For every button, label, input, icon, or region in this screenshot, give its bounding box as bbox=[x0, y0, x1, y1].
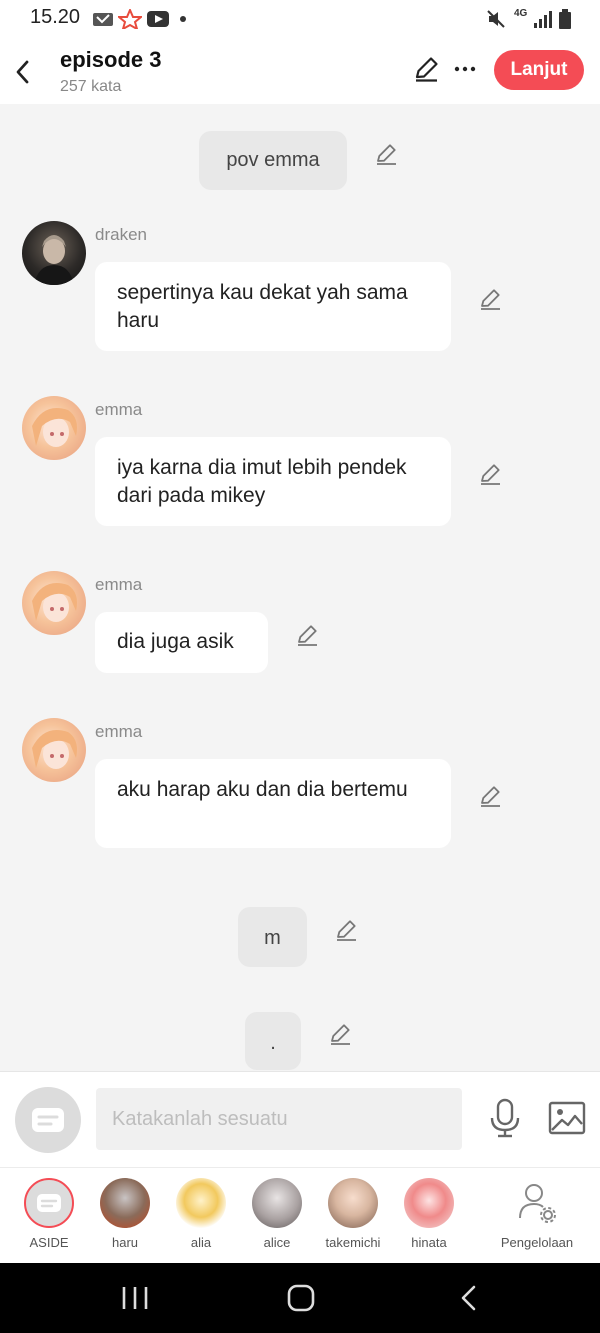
emma-portrait bbox=[32, 583, 77, 622]
pencil-icon[interactable] bbox=[334, 917, 360, 943]
pencil-icon bbox=[415, 57, 438, 82]
next-button[interactable]: Lanjut bbox=[494, 50, 584, 90]
pencil-icon[interactable] bbox=[478, 286, 504, 312]
episode-header: episode 3 257 kata Lanjut bbox=[0, 42, 600, 104]
image-icon bbox=[548, 1101, 586, 1135]
emma-portrait bbox=[32, 408, 77, 447]
avatar-emma[interactable] bbox=[22, 571, 86, 635]
signal-icon bbox=[534, 11, 552, 28]
battery-icon bbox=[559, 9, 571, 29]
message-bubble[interactable]: sepertinya kau dekat yah sama haru bbox=[95, 262, 451, 351]
message-input-bar bbox=[0, 1071, 600, 1168]
draken-portrait bbox=[34, 235, 74, 285]
avatar-emma[interactable] bbox=[22, 396, 86, 460]
character-aside[interactable]: ASIDE bbox=[16, 1178, 82, 1250]
message-bubble[interactable]: iya karna dia imut lebih pendek dari pad… bbox=[95, 437, 451, 526]
edit-episode-button[interactable] bbox=[412, 55, 440, 83]
character-bar: ASIDE haru alia alice takemichi hinata P… bbox=[0, 1167, 600, 1264]
system-nav-bar bbox=[0, 1263, 600, 1333]
status-time: 15.20 bbox=[30, 6, 81, 28]
chat-icon bbox=[37, 1194, 61, 1212]
pencil-icon[interactable] bbox=[374, 141, 400, 167]
character-hinata[interactable]: hinata bbox=[396, 1178, 462, 1250]
voice-button[interactable] bbox=[488, 1098, 522, 1138]
sender-name: emma bbox=[95, 722, 143, 741]
network-type: 4G bbox=[514, 8, 528, 19]
takemichi-avatar bbox=[328, 1178, 378, 1228]
back-icon bbox=[16, 60, 29, 84]
sender-name: emma bbox=[95, 575, 143, 594]
character-label: Pengelolaan bbox=[500, 1235, 574, 1250]
pencil-icon[interactable] bbox=[478, 783, 504, 809]
mic-icon bbox=[490, 1098, 520, 1138]
character-label: ASIDE bbox=[29, 1235, 69, 1250]
character-management[interactable]: Pengelolaan bbox=[496, 1178, 578, 1250]
emma-portrait bbox=[32, 730, 77, 769]
dot-icon bbox=[180, 16, 186, 22]
character-label: alia bbox=[190, 1235, 212, 1250]
image-button[interactable] bbox=[548, 1100, 586, 1136]
home-icon[interactable] bbox=[286, 1283, 316, 1313]
sender-name: emma bbox=[95, 400, 143, 419]
notification-icon bbox=[93, 13, 113, 26]
character-label: alice bbox=[263, 1235, 291, 1250]
star-app-icon bbox=[118, 9, 142, 29]
avatar-draken[interactable] bbox=[22, 221, 86, 285]
sender-name: draken bbox=[95, 225, 147, 244]
haru-avatar bbox=[100, 1178, 150, 1228]
character-takemichi[interactable]: takemichi bbox=[320, 1178, 386, 1250]
recents-icon[interactable] bbox=[120, 1285, 150, 1311]
message-input[interactable] bbox=[96, 1088, 462, 1150]
character-label: haru bbox=[111, 1235, 139, 1250]
narration-bubble[interactable]: . bbox=[245, 1012, 301, 1070]
narration-bubble[interactable]: m bbox=[238, 907, 307, 967]
back-button[interactable] bbox=[10, 54, 36, 90]
character-alia[interactable]: alia bbox=[168, 1178, 234, 1250]
chat-mode-button[interactable] bbox=[15, 1087, 81, 1153]
pencil-icon[interactable] bbox=[328, 1021, 354, 1047]
chat-icon bbox=[32, 1108, 64, 1132]
character-label: takemichi bbox=[325, 1235, 381, 1250]
youtube-icon bbox=[147, 11, 169, 27]
pencil-icon[interactable] bbox=[478, 461, 504, 487]
character-label: hinata bbox=[411, 1235, 447, 1250]
episode-title: episode 3 bbox=[60, 47, 162, 72]
more-options-button[interactable] bbox=[452, 56, 478, 82]
character-alice[interactable]: alice bbox=[244, 1178, 310, 1250]
manage-avatar bbox=[512, 1178, 562, 1228]
message-bubble[interactable]: dia juga asik bbox=[95, 612, 268, 673]
message-bubble[interactable]: aku harap aku dan dia bertemu bbox=[95, 759, 451, 848]
alice-avatar bbox=[252, 1178, 302, 1228]
mute-icon bbox=[487, 10, 505, 28]
narration-bubble[interactable]: pov emma bbox=[199, 131, 347, 190]
pencil-icon[interactable] bbox=[295, 622, 321, 648]
manage-icon bbox=[519, 1184, 556, 1223]
more-icon bbox=[454, 66, 476, 72]
character-haru[interactable]: haru bbox=[92, 1178, 158, 1250]
status-bar: 15.20 4G bbox=[0, 0, 600, 42]
aside-avatar bbox=[24, 1178, 74, 1228]
avatar-emma[interactable] bbox=[22, 718, 86, 782]
nav-back-icon[interactable] bbox=[458, 1285, 480, 1311]
word-count: 257 kata bbox=[60, 78, 122, 95]
alia-avatar bbox=[176, 1178, 226, 1228]
hinata-avatar bbox=[404, 1178, 454, 1228]
